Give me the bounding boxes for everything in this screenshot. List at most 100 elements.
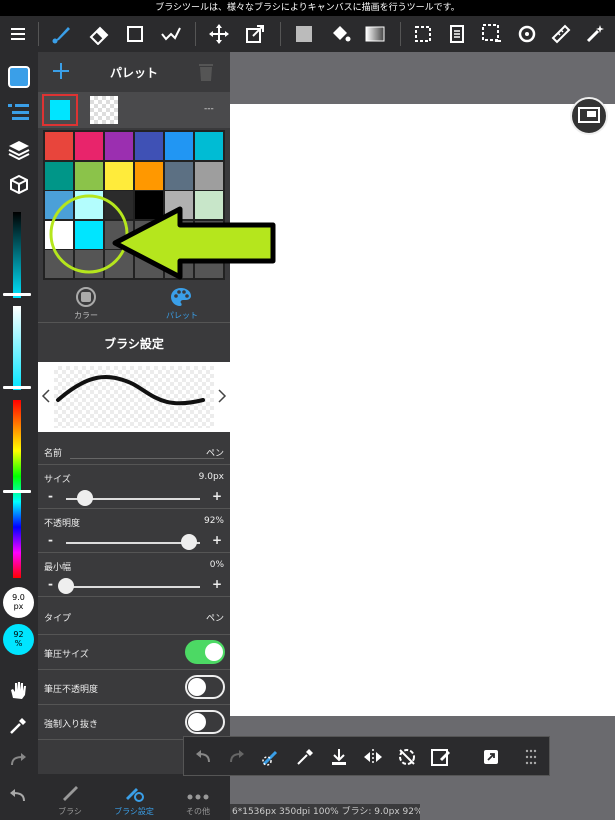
lasso-icon[interactable] (512, 16, 542, 52)
shape-tool-icon[interactable] (120, 16, 150, 52)
palette-swatch[interactable] (135, 132, 163, 160)
arrow-annotation (112, 206, 276, 280)
gradient-tool-icon[interactable] (360, 16, 390, 52)
opacity-label: 不透明度 (44, 519, 81, 529)
screen-icon (578, 107, 600, 123)
canvas-view-button[interactable] (570, 97, 608, 135)
size-slider-knob[interactable] (76, 490, 93, 506)
type-row[interactable]: タイプ ペン (38, 597, 230, 635)
opacity-slider-track[interactable] (66, 542, 200, 544)
palette-swatch[interactable] (105, 132, 133, 160)
brush-opacity-indicator[interactable]: 92 % (3, 624, 34, 655)
bucket-tool-icon[interactable] (325, 16, 355, 52)
layer-copy-icon[interactable] (442, 16, 472, 52)
tab-palette[interactable]: パレット (134, 282, 230, 322)
magic-wand-icon[interactable] (580, 16, 610, 52)
panel-bottom-tabs: ブラシ ブラシ設定 その他 (38, 774, 230, 820)
saturation-slider[interactable] (13, 306, 21, 390)
move-tool-icon[interactable] (204, 16, 234, 52)
select-tool-icon[interactable] (408, 16, 438, 52)
current-color-swatch[interactable] (50, 100, 70, 120)
pressure-size-row: 筆圧サイズ (38, 635, 230, 670)
size-increase-button[interactable]: + (212, 489, 222, 503)
menu-icon[interactable] (4, 16, 32, 52)
palette-tabs: カラー パレット (38, 282, 230, 322)
color-panel-icon[interactable] (8, 66, 30, 88)
ruler-icon[interactable] (546, 16, 576, 52)
minwidth-decrease-button[interactable]: - (48, 577, 53, 591)
grid-dots-icon[interactable] (514, 737, 548, 777)
palette-swatch[interactable] (45, 132, 73, 160)
eraser-tool-icon[interactable] (84, 16, 114, 52)
opacity-value: 92% (203, 516, 224, 526)
undo-action-icon[interactable] (186, 737, 220, 777)
hand-tool-icon[interactable] (8, 680, 28, 704)
status-bar: ブラシツールは、様々なブラシによりキャンバスに描画を行うツールです。 (0, 0, 615, 16)
brightness-slider[interactable] (13, 212, 21, 298)
stroke-tool-icon[interactable] (156, 16, 186, 52)
brush-correction-icon[interactable] (254, 737, 288, 777)
pressure-size-toggle[interactable] (185, 640, 225, 664)
tab-other[interactable]: その他 (166, 774, 230, 820)
select-all-icon[interactable] (477, 16, 507, 52)
pressure-opacity-toggle[interactable] (185, 675, 225, 699)
eyedropper-action-icon[interactable] (288, 737, 322, 777)
minwidth-row: 最小幅 0% - + (38, 553, 230, 597)
save-download-icon[interactable] (322, 737, 356, 777)
force-taper-label: 強制入り抜き (44, 720, 99, 730)
brightness-slider-handle[interactable] (3, 293, 31, 296)
redo-action-icon[interactable] (220, 737, 254, 777)
name-value: ペン (205, 449, 224, 459)
fullscreen-icon[interactable] (474, 737, 508, 777)
brush-name-row[interactable]: 名前 ペン (38, 437, 230, 465)
left-sidebar: 9.0 px 92 % (0, 52, 38, 820)
palette-header: パレット (38, 52, 230, 92)
layers-icon[interactable] (8, 138, 30, 164)
opacity-slider-knob[interactable] (181, 534, 198, 550)
opacity-row: 不透明度 92% - + (38, 509, 230, 553)
list-icon[interactable] (8, 102, 30, 126)
materials-icon[interactable] (8, 174, 30, 200)
size-decrease-button[interactable]: - (48, 489, 53, 503)
fill-color-icon[interactable] (289, 16, 319, 52)
chevron-right-icon[interactable] (217, 388, 227, 407)
transform-tool-icon[interactable] (240, 16, 270, 52)
redo-icon[interactable] (8, 752, 28, 772)
brush-size-indicator[interactable]: 9.0 px (3, 587, 34, 618)
chevron-left-icon[interactable] (41, 388, 51, 407)
tab-color[interactable]: カラー (38, 282, 134, 322)
undo-icon[interactable] (8, 788, 28, 808)
tab-brush[interactable]: ブラシ (38, 774, 102, 820)
canvas-status-line: 6*1536px 350dpi 100% ブラシ: 9.0px 92% (230, 804, 420, 820)
palette-swatch[interactable] (165, 132, 193, 160)
saturation-slider-handle[interactable] (3, 386, 31, 389)
current-color-row: --- (38, 92, 230, 128)
hue-slider-handle[interactable] (3, 490, 31, 493)
current-color-frame[interactable] (42, 94, 78, 126)
top-toolbar (0, 16, 615, 52)
tab-brush-settings-label: ブラシ設定 (114, 807, 154, 816)
transparent-color-swatch[interactable] (90, 96, 118, 124)
brush-tab-icon (60, 782, 80, 806)
minwidth-slider-knob[interactable] (58, 578, 74, 594)
brush-settings-tab-icon (124, 782, 144, 806)
canvas[interactable] (230, 104, 615, 716)
eyedropper-icon[interactable] (8, 716, 28, 740)
trash-icon[interactable] (198, 62, 214, 86)
minwidth-label: 最小幅 (44, 563, 72, 573)
minwidth-increase-button[interactable]: + (212, 577, 222, 591)
clear-layer-icon[interactable] (424, 737, 458, 777)
brush-settings-header: ブラシ設定 (38, 322, 230, 362)
tab-brush-settings[interactable]: ブラシ設定 (102, 774, 166, 820)
rotate-reset-icon[interactable] (390, 737, 424, 777)
palette-swatch[interactable] (195, 132, 223, 160)
force-taper-toggle[interactable] (185, 710, 225, 734)
opacity-decrease-button[interactable]: - (48, 533, 53, 547)
flip-horizontal-icon[interactable] (356, 737, 390, 777)
palette-tab-icon (170, 287, 192, 311)
opacity-increase-button[interactable]: + (212, 533, 222, 547)
brush-tool-icon[interactable] (46, 16, 76, 52)
hue-slider[interactable] (13, 400, 21, 578)
palette-swatch[interactable] (75, 132, 103, 160)
minwidth-slider-track[interactable] (66, 586, 200, 588)
